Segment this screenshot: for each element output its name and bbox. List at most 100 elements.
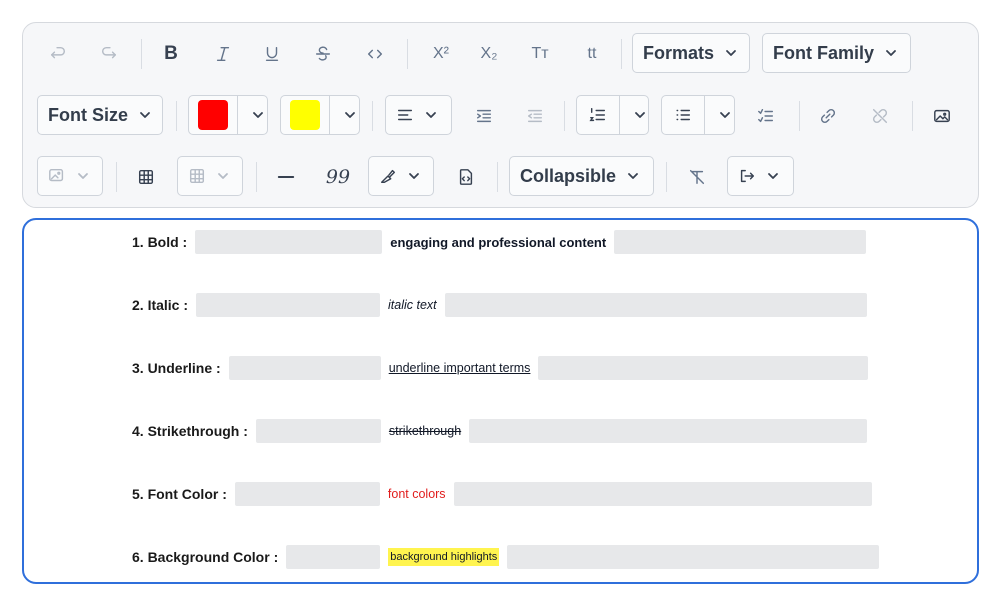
font-color-swatch [198,100,228,130]
brush-icon [380,169,396,184]
toolbar-separator [666,162,667,192]
chevron-down-icon [635,112,645,118]
placeholder-bar [453,482,872,506]
strikethrough-sample-text: strikethrough [388,424,462,438]
chevron-down-icon [140,112,150,118]
bullet-list-split-button[interactable] [661,95,735,135]
content-line-underline: 3. Underline : underline important terms [132,356,869,380]
content-line-strikethrough: 4. Strikethrough : strikethrough [132,419,868,443]
lowercase-icon[interactable]: tt [572,39,612,69]
subscript-icon[interactable]: X₂ [469,39,509,69]
bullet-list-apply[interactable] [662,96,704,134]
editor-content-area[interactable]: 1. Bold : engaging and professional cont… [22,218,979,584]
placeholder-bar [469,419,868,443]
align-left-icon [397,109,413,121]
line-label: 2. Italic : [132,297,189,313]
uppercase-icon[interactable]: Tт [520,39,560,69]
chevron-down-icon [409,173,419,179]
placeholder-bar [286,545,381,569]
toolbar-row-3: 99 Collapsible [23,156,978,198]
clear-formatting-icon[interactable] [682,162,712,192]
placeholder-bar [228,356,381,380]
undo-icon[interactable] [43,39,73,69]
highlight-color-swatch [290,100,320,130]
toolbar-separator [141,39,142,69]
chevron-down-icon [426,112,436,118]
background-color-sample-text: background highlights [388,548,500,566]
font-color-apply[interactable] [189,96,237,134]
chevron-down-icon [218,173,228,179]
bullet-list-icon [676,109,691,121]
toolbar-separator [116,162,117,192]
bold-icon[interactable]: B [156,39,186,69]
toolbar-separator [407,39,408,69]
placeholder-bar [507,545,880,569]
bullet-list-menu[interactable] [705,96,735,134]
chevron-down-icon [720,112,730,118]
highlight-color-menu[interactable] [330,96,360,134]
content-line-bold: 1. Bold : engaging and professional cont… [132,230,867,254]
chevron-down-icon [768,173,778,179]
content-line-font-color: 5. Font Color : font colors [132,482,872,506]
line-label: 1. Bold : [132,234,188,250]
numbered-list-split-button[interactable] [576,95,649,135]
font-size-label: Font Size [48,104,128,125]
chevron-down-icon [628,173,638,179]
chevron-down-icon [886,50,896,56]
underline-sample-text: underline important terms [388,361,531,375]
redo-icon[interactable] [94,39,124,69]
formats-dropdown[interactable]: Formats [632,33,750,73]
align-dropdown[interactable] [385,95,452,135]
paint-format-dropdown[interactable] [368,156,434,196]
image-icon[interactable] [927,101,957,131]
formats-label: Formats [643,42,715,63]
toolbar-separator [372,101,373,131]
collapsible-label: Collapsible [520,165,617,186]
placeholder-bar [538,356,869,380]
font-color-menu[interactable] [238,96,268,134]
strikethrough-icon[interactable] [308,39,338,69]
image-options-dropdown[interactable] [37,156,103,196]
font-color-split-button[interactable] [188,95,268,135]
numbered-list-menu[interactable] [620,96,650,134]
placeholder-bar [196,293,381,317]
toolbar-separator [497,162,498,192]
editor-toolbar: B X² X₂ Tт tt Formats Font Family Font S… [22,22,979,208]
placeholder-bar [195,230,383,254]
italic-icon[interactable] [208,39,238,69]
table-options-dropdown[interactable] [177,156,243,196]
outdent-icon[interactable] [520,101,550,131]
underline-icon[interactable] [257,39,287,69]
chevron-down-icon [726,50,736,56]
line-label: 6. Background Color : [132,549,279,565]
superscript-icon[interactable]: X² [421,39,461,69]
highlight-color-apply[interactable] [281,96,329,134]
toolbar-separator [621,39,622,69]
font-color-sample-text: font colors [387,487,446,501]
code-icon[interactable] [360,39,390,69]
font-family-dropdown[interactable]: Font Family [762,33,911,73]
checklist-icon[interactable] [751,101,781,131]
horizontal-rule-icon[interactable] [271,162,301,192]
content-line-background-color: 6. Background Color : background highlig… [132,545,880,569]
link-icon[interactable] [813,101,843,131]
chevron-down-icon [78,173,88,179]
toolbar-separator [176,101,177,131]
indent-icon[interactable] [469,101,499,131]
toolbar-row-2: Font Size [23,95,978,137]
collapsible-dropdown[interactable]: Collapsible [509,156,654,196]
unlink-icon[interactable] [865,101,895,131]
table-icon[interactable] [131,162,161,192]
export-dropdown[interactable] [727,156,794,196]
export-icon [740,169,755,183]
toolbar-separator [799,101,800,131]
numbered-list-apply[interactable] [577,96,619,134]
quote-icon[interactable]: 99 [323,162,353,192]
highlight-color-split-button[interactable] [280,95,360,135]
content-line-italic: 2. Italic : italic text [132,293,867,317]
chevron-down-icon [345,112,355,118]
numbered-list-icon [589,107,606,122]
placeholder-bar [444,293,867,317]
font-size-dropdown[interactable]: Font Size [37,95,163,135]
source-code-icon[interactable] [451,162,481,192]
